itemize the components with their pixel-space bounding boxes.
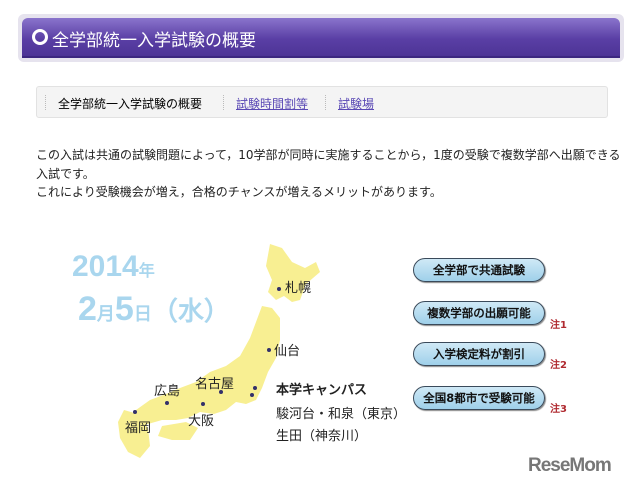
feature-common-exam: 全学部で共通試験: [413, 258, 545, 282]
campus-title: 本学キャンパス: [276, 383, 368, 398]
city-osaka: 大阪: [188, 414, 215, 429]
feature-eight-cities: 全国8都市で受験可能: [413, 386, 545, 410]
weekday: （水）: [151, 296, 230, 326]
campus-marker-kanagawa: [250, 393, 254, 397]
sendai-marker: [267, 348, 271, 352]
feature-fee-discount: 入学検定料が割引: [413, 342, 545, 366]
note-3: 注3: [550, 404, 567, 415]
campus-tokyo: 駿河台・和泉（東京）: [276, 407, 407, 422]
exam-date-day: 2月5日（水）: [78, 290, 230, 329]
month-value: 2: [78, 290, 97, 328]
fukuoka-marker: [133, 410, 137, 414]
city-fukuoka: 福岡: [125, 421, 152, 436]
exam-date-year: 2014年: [72, 250, 155, 284]
city-nagoya: 名古屋: [195, 377, 235, 392]
city-sendai: 仙台: [274, 344, 301, 359]
note-2: 注2: [550, 360, 567, 371]
month-unit: 月: [96, 304, 115, 324]
hiroshima-marker: [165, 401, 169, 405]
day-unit: 日: [133, 304, 152, 324]
day-value: 5: [114, 290, 134, 328]
campus-kanagawa: 生田（神奈川）: [276, 429, 368, 444]
campus-marker-tokyo: [253, 386, 257, 390]
city-hiroshima: 広島: [154, 384, 181, 399]
sapporo-marker: [277, 287, 281, 291]
year-unit: 年: [138, 263, 155, 280]
note-1: 注1: [550, 320, 567, 331]
year-value: 2014: [72, 250, 139, 283]
resemom-watermark: ReseMom: [528, 455, 612, 476]
feature-multiple-applications: 複数学部の出願可能: [413, 301, 545, 325]
osaka-marker: [201, 402, 205, 406]
city-sapporo: 札幌: [285, 281, 312, 296]
